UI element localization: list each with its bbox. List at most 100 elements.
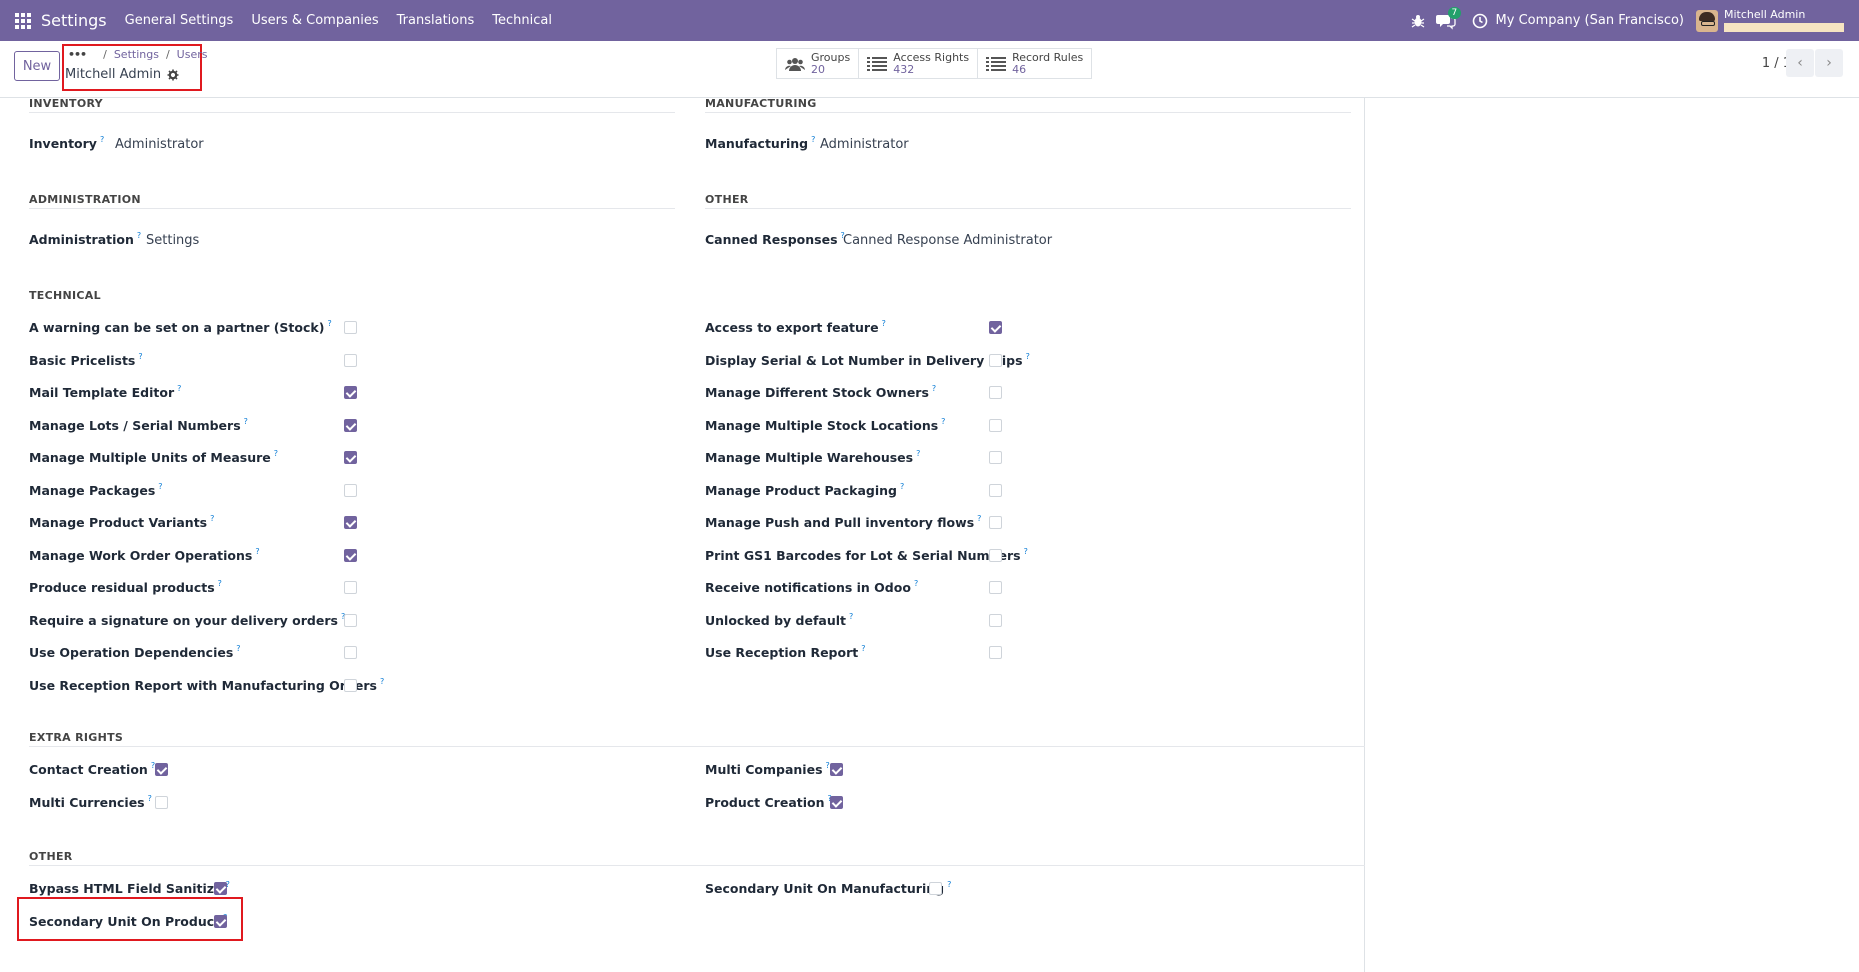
- field-label: Manage Push and Pull inventory flows?: [705, 514, 981, 530]
- checkbox[interactable]: [830, 763, 843, 776]
- help-icon[interactable]: ?: [811, 135, 815, 144]
- help-icon[interactable]: ?: [1024, 547, 1028, 556]
- apps-menu-icon[interactable]: [15, 12, 31, 29]
- help-icon[interactable]: ?: [947, 880, 951, 889]
- help-icon[interactable]: ?: [914, 579, 918, 588]
- clock-icon[interactable]: [1472, 13, 1488, 29]
- field-label: Unlocked by default?: [705, 612, 853, 628]
- checkbox[interactable]: [344, 516, 357, 529]
- checkbox[interactable]: [929, 882, 942, 895]
- checkbox[interactable]: [344, 581, 357, 594]
- help-icon[interactable]: ?: [255, 547, 259, 556]
- breadcrumb-users[interactable]: Users: [177, 48, 208, 61]
- checkbox[interactable]: [989, 451, 1002, 464]
- checkbox[interactable]: [344, 646, 357, 659]
- new-button[interactable]: New: [14, 51, 60, 81]
- menu-users-companies[interactable]: Users & Companies: [251, 13, 378, 28]
- canned-responses-rights-select[interactable]: Canned Response Administrator: [843, 233, 1052, 248]
- checkbox[interactable]: [344, 548, 357, 562]
- help-icon[interactable]: ?: [932, 384, 936, 393]
- gear-icon[interactable]: [167, 69, 179, 81]
- field-label: Use Reception Report with Manufacturing …: [29, 677, 384, 693]
- checkbox[interactable]: [155, 796, 168, 809]
- field-label-text: Manage Different Stock Owners: [705, 385, 929, 400]
- help-icon[interactable]: ?: [977, 514, 981, 523]
- user-avatar[interactable]: [1696, 9, 1718, 32]
- checkbox[interactable]: [214, 882, 227, 895]
- checkbox[interactable]: [989, 548, 1002, 562]
- groups-button[interactable]: Groups 20: [777, 49, 860, 78]
- checkbox[interactable]: [344, 418, 357, 432]
- checkbox[interactable]: [344, 386, 357, 399]
- messaging-menu[interactable]: 7: [1435, 6, 1462, 30]
- breadcrumb-ellipsis[interactable]: •••: [68, 48, 87, 61]
- checkbox[interactable]: [830, 796, 843, 809]
- checkbox[interactable]: [344, 483, 357, 497]
- field-label: Manage Product Packaging?: [705, 482, 904, 498]
- help-icon[interactable]: ?: [244, 417, 248, 426]
- help-icon[interactable]: ?: [327, 319, 331, 328]
- help-icon[interactable]: ?: [210, 514, 214, 523]
- help-icon[interactable]: ?: [380, 677, 384, 686]
- checkbox[interactable]: [344, 613, 357, 627]
- field-label: Display Serial & Lot Number in Delivery …: [705, 352, 1030, 368]
- help-icon[interactable]: ?: [1026, 352, 1030, 361]
- bug-icon[interactable]: [1410, 13, 1426, 29]
- pager-next-button[interactable]: ›: [1815, 49, 1843, 77]
- field-label: Manage Multiple Stock Locations?: [705, 417, 945, 433]
- help-icon[interactable]: ?: [148, 794, 152, 803]
- checkbox[interactable]: [989, 353, 1002, 367]
- list-icon: [986, 56, 1007, 71]
- help-icon[interactable]: ?: [861, 644, 865, 653]
- checkbox[interactable]: [344, 678, 357, 692]
- help-icon[interactable]: ?: [882, 319, 886, 328]
- app-title[interactable]: Settings: [41, 11, 107, 30]
- record-rules-button[interactable]: Record Rules 46: [978, 49, 1091, 78]
- access-rights-button[interactable]: Access Rights 432: [859, 49, 979, 78]
- checkbox[interactable]: [344, 321, 357, 334]
- pager-previous-button[interactable]: ‹: [1786, 49, 1814, 77]
- section-divider: [705, 208, 1351, 209]
- help-icon[interactable]: ?: [849, 612, 853, 621]
- menu-translations[interactable]: Translations: [397, 13, 475, 28]
- administration-rights-select[interactable]: Settings: [146, 233, 199, 248]
- help-icon[interactable]: ?: [177, 384, 181, 393]
- manufacturing-rights-select[interactable]: Administrator: [820, 137, 909, 152]
- checkbox[interactable]: [989, 386, 1002, 399]
- checkbox[interactable]: [344, 353, 357, 367]
- checkbox[interactable]: [989, 483, 1002, 497]
- help-icon[interactable]: ?: [236, 644, 240, 653]
- inventory-rights-select[interactable]: Administrator: [115, 137, 204, 152]
- checkbox[interactable]: [155, 763, 168, 776]
- help-icon[interactable]: ?: [158, 482, 162, 491]
- field-label-text: A warning can be set on a partner (Stock…: [29, 320, 325, 335]
- help-icon[interactable]: ?: [274, 449, 278, 458]
- chat-count-badge: 7: [1447, 6, 1462, 19]
- breadcrumb-settings[interactable]: Settings: [114, 48, 159, 61]
- checkbox[interactable]: [989, 581, 1002, 594]
- checkbox[interactable]: [989, 646, 1002, 659]
- help-icon[interactable]: ?: [218, 579, 222, 588]
- company-switcher[interactable]: My Company (San Francisco): [1496, 13, 1684, 28]
- secondary-unit-highlight: [17, 897, 243, 941]
- help-icon[interactable]: ?: [900, 482, 904, 491]
- record-rules-count: 46: [1012, 62, 1027, 76]
- help-icon[interactable]: ?: [138, 352, 142, 361]
- field-label-text: Receive notifications in Odoo: [705, 580, 911, 595]
- checkbox[interactable]: [989, 418, 1002, 432]
- checkbox[interactable]: [344, 451, 357, 464]
- checkbox[interactable]: [989, 613, 1002, 627]
- help-icon[interactable]: ?: [100, 135, 104, 144]
- help-icon[interactable]: ?: [941, 417, 945, 426]
- checkbox[interactable]: [989, 321, 1002, 334]
- field-label: Require a signature on your delivery ord…: [29, 612, 345, 628]
- help-icon[interactable]: ?: [137, 231, 141, 240]
- help-icon[interactable]: ?: [916, 449, 920, 458]
- menu-general-settings[interactable]: General Settings: [125, 13, 234, 28]
- field-label-text: Product Creation: [705, 795, 825, 810]
- menu-technical[interactable]: Technical: [492, 13, 552, 28]
- checkbox[interactable]: [989, 516, 1002, 529]
- section-divider: [29, 865, 1365, 866]
- user-menu[interactable]: Mitchell Admin: [1724, 9, 1844, 32]
- field-label: Product Creation?: [705, 794, 832, 810]
